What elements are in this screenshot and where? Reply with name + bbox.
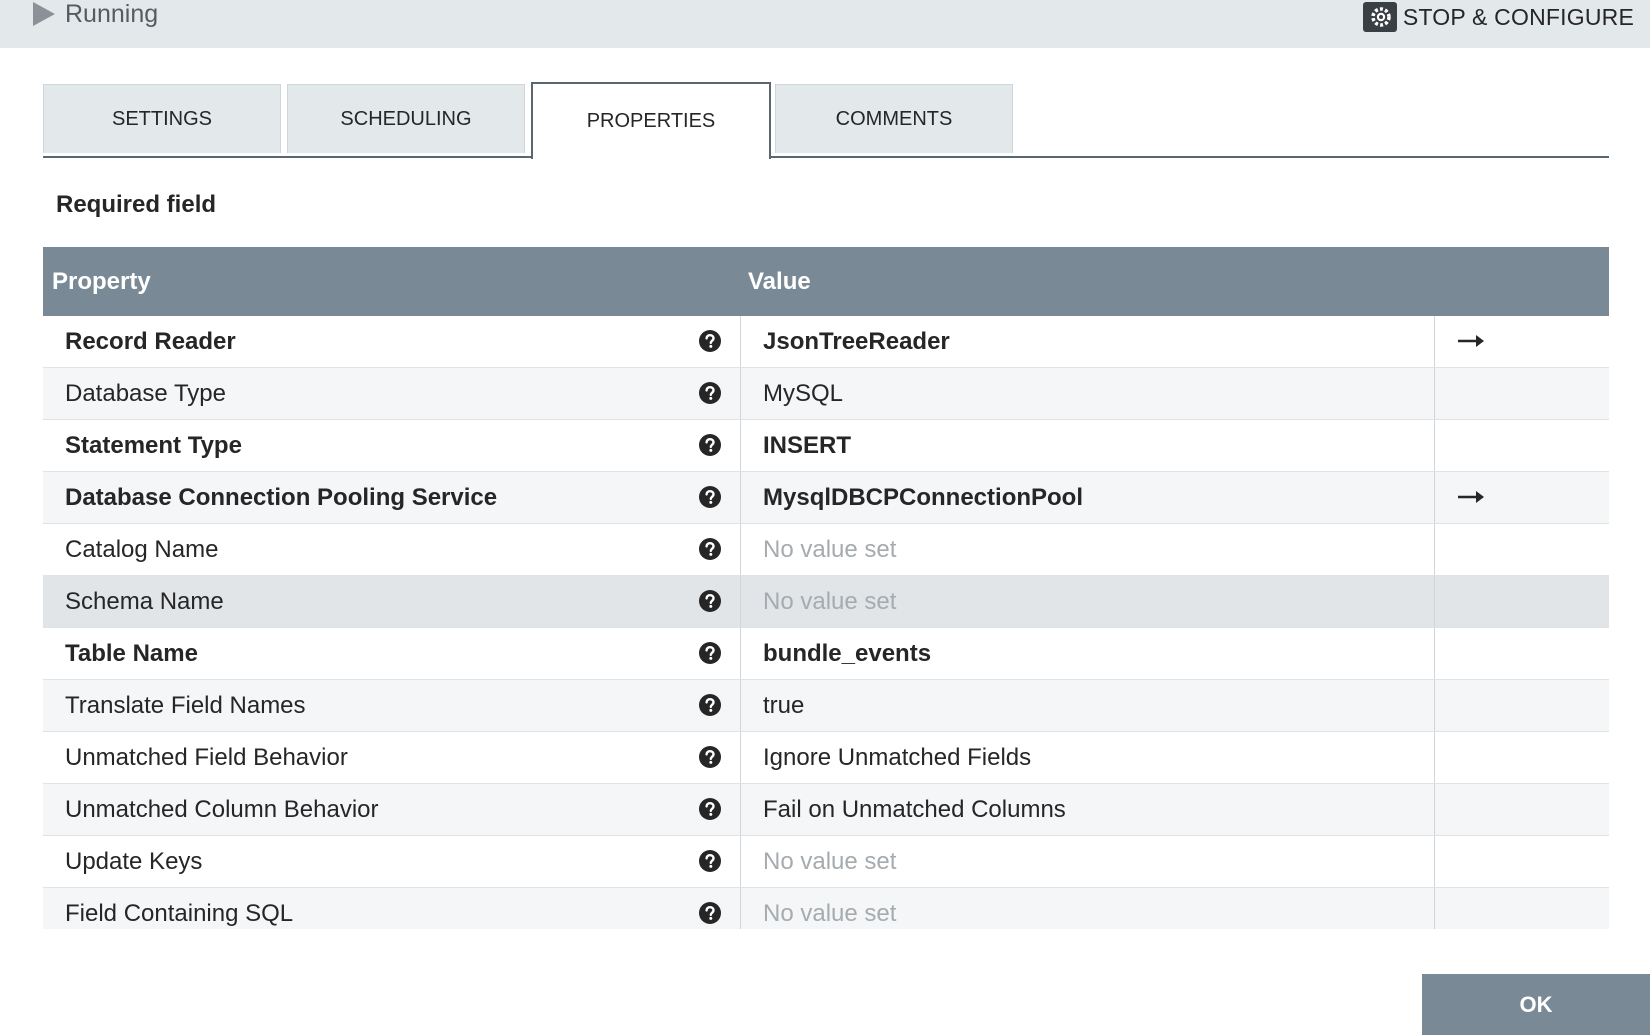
table-row[interactable]: Database Connection Pooling Service Mysql… (43, 472, 1609, 524)
property-name: Table Name (65, 640, 198, 667)
table-row[interactable]: Unmatched Field Behavior Ignore Unmatched… (43, 732, 1609, 784)
column-divider (1434, 576, 1435, 627)
play-icon (33, 2, 55, 26)
help-icon[interactable] (699, 746, 721, 768)
column-divider (740, 836, 741, 887)
property-value[interactable]: Fail on Unmatched Columns (763, 796, 1066, 824)
properties-table: Property Value Record Reader JsonTreeRead… (43, 247, 1609, 929)
column-divider (740, 524, 741, 575)
arrow-right-icon[interactable] (1456, 331, 1486, 351)
tab-bar: SETTINGS SCHEDULING PROPERTIES COMMENTS (43, 82, 1609, 159)
property-value[interactable]: Ignore Unmatched Fields (763, 744, 1031, 772)
column-divider (740, 472, 741, 523)
property-name: Database Connection Pooling Service (65, 484, 498, 511)
column-divider (740, 368, 741, 419)
column-divider (740, 732, 741, 783)
column-divider (1434, 524, 1435, 575)
column-divider (1434, 732, 1435, 783)
ok-button[interactable]: OK (1422, 974, 1650, 1035)
column-divider (740, 628, 741, 679)
column-divider (1434, 888, 1435, 929)
table-row[interactable]: Record Reader JsonTreeReader (43, 316, 1609, 368)
table-row[interactable]: Catalog Name No value set (43, 524, 1609, 576)
column-divider (1434, 316, 1435, 367)
property-value[interactable]: INSERT (763, 432, 851, 460)
table-row[interactable]: Statement Type INSERT (43, 420, 1609, 472)
required-field-label: Required field (56, 191, 217, 218)
stop-configure-label: STOP & CONFIGURE (1402, 3, 1634, 30)
column-divider (1434, 680, 1435, 731)
table-header: Property Value (43, 247, 1609, 316)
tab-settings[interactable]: SETTINGS (43, 84, 281, 153)
gear-icon (1362, 2, 1397, 32)
column-divider (740, 680, 741, 731)
help-icon[interactable] (699, 434, 721, 456)
property-value[interactable]: true (763, 692, 804, 720)
column-divider (1434, 784, 1435, 835)
help-icon[interactable] (699, 798, 721, 820)
property-value[interactable]: No value set (763, 588, 896, 616)
help-icon[interactable] (699, 694, 721, 716)
table-row[interactable]: Field Containing SQL No value set (43, 888, 1609, 929)
property-name: Catalog Name (65, 536, 219, 563)
tab-properties[interactable]: PROPERTIES (531, 82, 771, 159)
property-value[interactable]: No value set (763, 536, 896, 564)
help-icon[interactable] (699, 590, 721, 612)
column-divider (740, 420, 741, 471)
help-icon[interactable] (699, 538, 721, 560)
tab-scheduling[interactable]: SCHEDULING (287, 84, 525, 153)
help-icon[interactable] (699, 382, 721, 404)
column-divider (740, 576, 741, 627)
help-icon[interactable] (699, 330, 721, 352)
property-name: Unmatched Column Behavior (65, 796, 379, 823)
column-header-property: Property (52, 268, 151, 295)
property-name: Record Reader (65, 328, 236, 355)
column-divider (1434, 836, 1435, 887)
property-value[interactable]: JsonTreeReader (763, 328, 950, 356)
status-bar: Running STOP & CONFIGURE (0, 0, 1650, 48)
table-row[interactable]: Update Keys No value set (43, 836, 1609, 888)
column-divider (1434, 420, 1435, 471)
property-name: Field Containing SQL (65, 900, 294, 927)
property-name: Schema Name (65, 588, 224, 615)
property-value[interactable]: No value set (763, 848, 896, 876)
table-row[interactable]: Unmatched Column Behavior Fail on Unmatch… (43, 784, 1609, 836)
property-value[interactable]: No value set (763, 900, 896, 928)
column-divider (740, 888, 741, 929)
table-body: Record Reader JsonTreeReader Database Type… (43, 316, 1609, 929)
column-divider (1434, 628, 1435, 679)
run-status-label: Running (65, 0, 159, 28)
table-row[interactable]: Database Type MySQL (43, 368, 1609, 420)
property-name: Database Type (65, 380, 227, 407)
property-value[interactable]: MySQL (763, 380, 843, 408)
property-name: Translate Field Names (65, 692, 306, 719)
help-icon[interactable] (699, 486, 721, 508)
column-divider (1434, 472, 1435, 523)
column-divider (740, 784, 741, 835)
arrow-right-icon[interactable] (1456, 487, 1486, 507)
table-row[interactable]: Table Name bundle_events (43, 628, 1609, 680)
table-row[interactable]: Translate Field Names true (43, 680, 1609, 732)
help-icon[interactable] (699, 850, 721, 872)
help-icon[interactable] (699, 902, 721, 924)
column-header-value: Value (748, 268, 811, 295)
property-name: Update Keys (65, 848, 203, 875)
column-divider (740, 316, 741, 367)
property-name: Unmatched Field Behavior (65, 744, 348, 771)
tab-comments[interactable]: COMMENTS (775, 84, 1013, 153)
column-divider (1434, 368, 1435, 419)
property-value[interactable]: bundle_events (763, 640, 931, 668)
property-value[interactable]: MysqlDBCPConnectionPool (763, 484, 1083, 512)
property-name: Statement Type (65, 432, 242, 459)
table-row[interactable]: Schema Name No value set (43, 576, 1609, 628)
help-icon[interactable] (699, 642, 721, 664)
stop-configure-button[interactable]: STOP & CONFIGURE (1362, 2, 1634, 32)
